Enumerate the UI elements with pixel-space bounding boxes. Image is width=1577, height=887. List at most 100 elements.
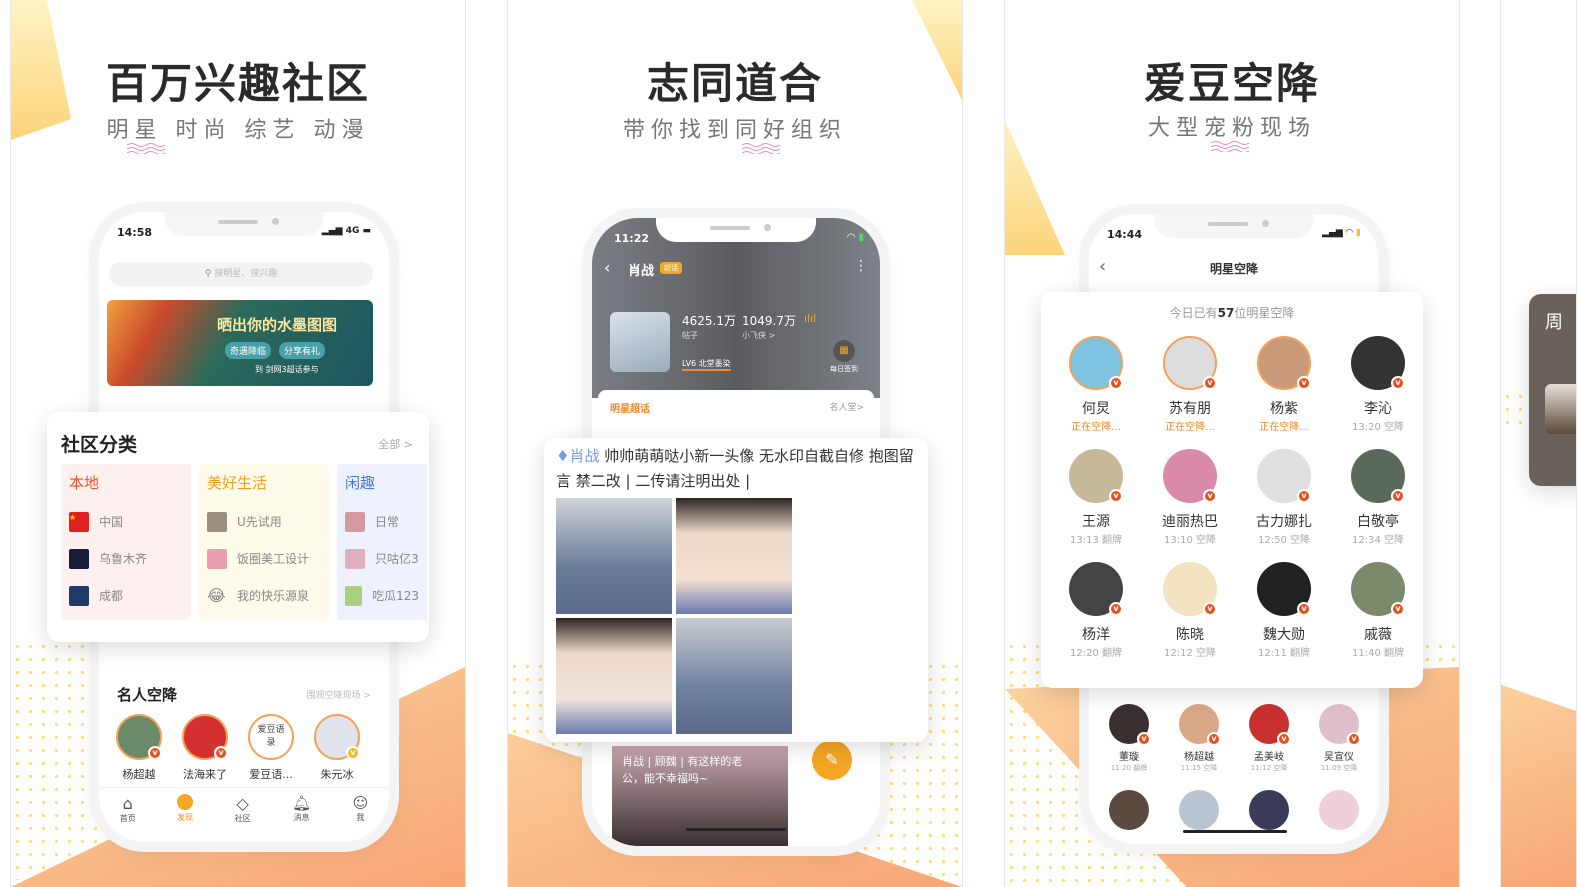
category-item[interactable]: 饭圈美工设计 — [207, 540, 321, 577]
audio-icon[interactable]: ılıl — [804, 312, 816, 325]
user-icon: ☺ — [352, 794, 369, 812]
star-item[interactable]: v 李沁 13:20 空降 — [1333, 336, 1423, 433]
avatar[interactable] — [1319, 790, 1359, 830]
avatar: v — [1179, 704, 1221, 746]
status-icons: ◠ ▮ — [847, 232, 864, 243]
wifi-icon: ◠ — [1345, 228, 1353, 238]
avatar[interactable] — [1179, 790, 1219, 830]
promo-banner[interactable]: 晒出你的水墨图图 奇遇降临 分享有礼 到 剑网3超话参与 — [107, 300, 373, 386]
category-item[interactable]: 只咕亿3 — [345, 540, 419, 577]
emoji-icon: 😂 — [207, 585, 226, 605]
verified-icon: v — [148, 746, 162, 760]
star-item[interactable]: v 迪丽热巴 13:10 空降 — [1145, 449, 1235, 546]
tab-messages[interactable]: 🔔︎ 消息 — [292, 794, 311, 837]
category-item[interactable]: U先试用 — [207, 503, 321, 540]
category-item[interactable]: 日常 — [345, 503, 419, 540]
star-name: 杨洋 — [1082, 627, 1110, 643]
post-image[interactable] — [676, 618, 792, 734]
star-item[interactable]: v 戚薇 11:40 翻牌 — [1333, 562, 1423, 659]
tab-discover[interactable]: 发现 — [177, 794, 194, 837]
panel-idol-drop: 爱豆空降 大型宠粉现场 14:44 ▂▄▆ ◠ ▮ ‹ 明星空降 v 董璇 11:2… — [1004, 0, 1460, 887]
celeb-item[interactable]: v 朱元冰 — [311, 714, 363, 782]
avatar: v — [1351, 562, 1405, 616]
star-item[interactable]: v 杨超越 11:15 空降 — [1173, 704, 1225, 773]
avatar: v — [1069, 336, 1123, 390]
star-item[interactable]: v 陈晓 12:12 空降 — [1145, 562, 1235, 659]
post-image[interactable] — [556, 498, 672, 614]
star-time: 12:34 空降 — [1352, 535, 1404, 546]
avatar: v — [1109, 704, 1151, 746]
star-item[interactable]: v 王源 13:13 翻牌 — [1051, 449, 1141, 546]
star-item[interactable]: v 孟美岐 11:12 空降 — [1243, 704, 1295, 773]
star-item[interactable]: v 吴宣仪 11:09 空降 — [1313, 704, 1365, 773]
tab-star-topic[interactable]: 明星超话 — [610, 400, 650, 415]
category-item[interactable]: 乌鲁木齐 — [69, 540, 183, 577]
image-grid — [556, 498, 792, 734]
celeb-item[interactable]: v 杨超越 — [113, 714, 165, 782]
tab-community[interactable]: ◇ 社区 — [235, 794, 251, 837]
hall-of-fame-link[interactable]: 名人堂> — [829, 400, 864, 413]
star-time: 12:50 空降 — [1258, 535, 1310, 546]
more-icon[interactable]: ⋮ — [854, 258, 868, 274]
celeb-more-link[interactable]: 围观空降现场 > — [307, 688, 371, 701]
avatar: v — [1163, 336, 1217, 390]
post-image[interactable] — [556, 618, 672, 734]
search-input[interactable]: ⚲ 搜明星、搜兴趣 — [109, 262, 373, 286]
category-item[interactable]: 成都 — [69, 577, 183, 614]
verified-icon: v — [214, 746, 228, 760]
category-item[interactable]: 吃瓜123 — [345, 577, 419, 614]
star-item[interactable]: v 魏大勋 12:11 翻牌 — [1239, 562, 1329, 659]
category-all-link[interactable]: 全部 > — [378, 436, 413, 452]
avatar[interactable] — [1109, 790, 1149, 830]
post-card[interactable]: ♦肖战 帅帅萌萌哒小新一头像 无水印自截自修 抱图留言 禁二改 | 二传请注明出… — [544, 438, 928, 742]
star-name: 白敬亭 — [1357, 514, 1399, 530]
star-item[interactable]: v 苏有朋 正在空降... — [1145, 336, 1235, 433]
avatar[interactable] — [1249, 790, 1289, 830]
back-icon[interactable]: ‹ — [604, 258, 610, 277]
stars-card-header: 今日已有57位明星空降 — [1169, 306, 1295, 320]
post-tag[interactable]: 肖战 — [569, 447, 599, 465]
category-card-title: 社区分类 — [61, 434, 138, 456]
checkin-button[interactable]: ▦ 每日签到 — [824, 340, 864, 374]
tab-home[interactable]: ⌂ 首页 — [120, 794, 136, 837]
star-time: 正在空降... — [1259, 422, 1309, 433]
post-thumbnail[interactable]: 肖战 | 顾魏 | 有这样的老公，能不幸福吗~ — [612, 746, 788, 846]
star-item[interactable]: v 古力娜扎 12:50 空降 — [1239, 449, 1329, 546]
verified-icon: v — [1297, 602, 1311, 616]
celeb-item[interactable]: v 法海来了 — [179, 714, 231, 782]
avatar: v — [1069, 562, 1123, 616]
nav-title: 明星空降 — [1209, 262, 1258, 276]
star-item[interactable]: v 杨紫 正在空降... — [1239, 336, 1329, 433]
stars-card: 今日已有57位明星空降 v 何炅 正在空降... v 苏有朋 正在空降... v 杨紫 正在空降… — [1041, 292, 1423, 688]
battery-icon: ▮ — [1356, 228, 1361, 238]
star-item[interactable]: v 董璇 11:20 翻牌 — [1103, 704, 1155, 773]
category-item[interactable]: ★ 中国 — [69, 503, 183, 540]
category-item[interactable]: 😂 我的快乐源泉 — [207, 577, 321, 614]
verified-icon: v — [1391, 376, 1405, 390]
stars-grid: v 何炅 正在空降... v 苏有朋 正在空降... v 杨紫 正在空降... v 李沁 13:20 … — [1051, 336, 1423, 659]
panel-title: 志同道合 — [646, 59, 823, 108]
signal-icon: ▂▄▆ — [1322, 228, 1343, 238]
star-name: 王源 — [1082, 514, 1110, 530]
avatar: v — [1249, 704, 1291, 746]
tab-me[interactable]: ☺ 我 — [353, 794, 369, 837]
city-thumb-icon — [69, 548, 89, 569]
compose-button[interactable]: ✎ — [812, 740, 852, 780]
avatar: v — [1351, 336, 1405, 390]
fans-link[interactable]: 小飞侠 > — [742, 330, 775, 341]
level-label: LV6 北堂墨染 — [682, 358, 731, 371]
celeb-item[interactable]: 爱豆语录 爱豆语... — [245, 714, 297, 782]
star-item[interactable]: v 白敬亭 12:34 空降 — [1333, 449, 1423, 546]
star-name: 苏有朋 — [1169, 401, 1211, 417]
banner-headline: 晒出你的水墨图图 — [217, 316, 338, 334]
status-icons: ▂▄▆ ◠ ▮ — [1322, 228, 1361, 238]
search-icon: ⚲ — [204, 269, 215, 279]
post-image[interactable] — [676, 498, 792, 614]
category-column-leisure: 闲趣 日常 只咕亿3 吃瓜123 — [337, 464, 427, 620]
star-item[interactable]: v 杨洋 12:20 翻牌 — [1051, 562, 1141, 659]
star-item[interactable]: v 何炅 正在空降... — [1051, 336, 1141, 433]
thumb-icon — [207, 548, 227, 569]
flag-icon: ★ — [69, 511, 89, 532]
panel-interest-community: 百万兴趣社区 明星 时尚 综艺 动漫 14:58 ▂▄▆ 4G ▬ ⚲ 搜明星、… — [10, 0, 466, 887]
verified-icon: v — [1297, 489, 1311, 503]
